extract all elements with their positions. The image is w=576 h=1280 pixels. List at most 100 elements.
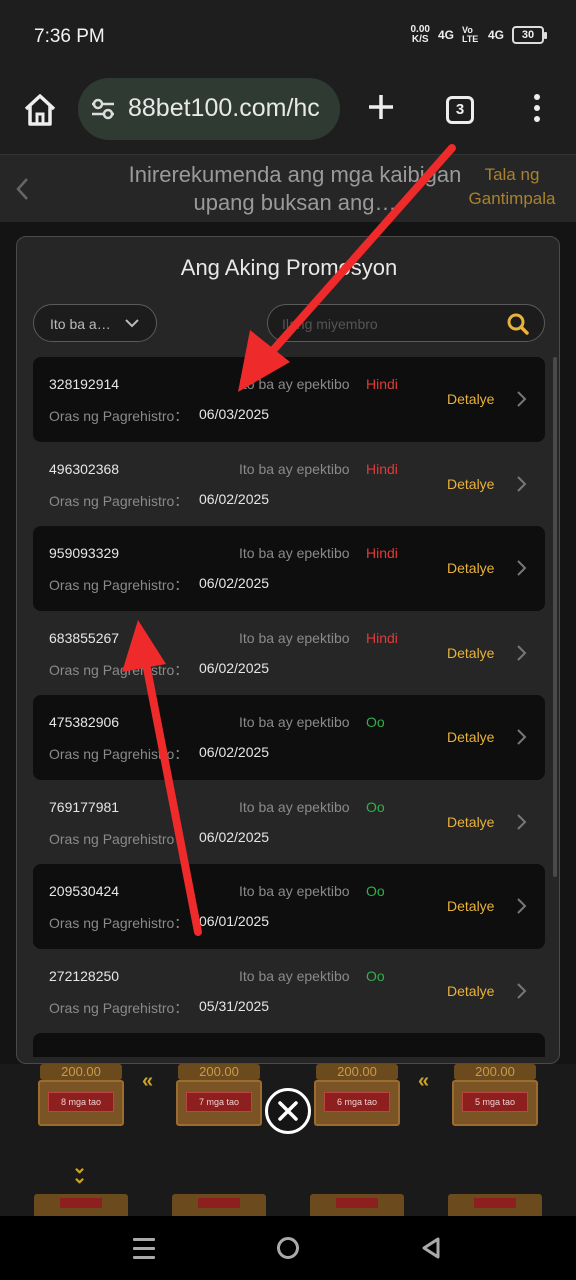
- double-chevron-left-icon: «: [142, 1070, 154, 1092]
- detail-link[interactable]: Detalye: [447, 983, 494, 999]
- registration-date: 06/02/2025: [199, 490, 270, 507]
- system-nav-bar: [0, 1216, 576, 1280]
- registration-label: Oras ng Pagrehistro：: [49, 492, 189, 509]
- member-id: 209530424: [49, 883, 120, 899]
- registration-date: 06/02/2025: [199, 575, 270, 591]
- chest-label: 5 mga tao: [462, 1092, 528, 1112]
- more-vert-icon[interactable]: [530, 94, 544, 128]
- reward-chest: 200.00 7 mga tao: [172, 1064, 266, 1128]
- member-id: 769177981: [49, 798, 120, 815]
- chevron-right-icon[interactable]: [515, 897, 527, 920]
- active-label: Ito ba ay epektibo: [239, 798, 350, 815]
- detail-link[interactable]: Detalye: [447, 729, 494, 745]
- registration-date: 06/03/2025: [199, 406, 270, 422]
- member-search-box: [267, 304, 545, 342]
- url-text: 88bet100.com/hc: [128, 94, 320, 122]
- back-chevron-icon[interactable]: [14, 175, 30, 210]
- active-status: Hindi: [366, 376, 398, 392]
- filter-label: Ito ba a…: [50, 316, 111, 332]
- member-row: 683855267 Ito ba ay epektibo Hindi Oras …: [33, 611, 545, 696]
- registration-label: Oras ng Pagrehistro：: [49, 408, 189, 424]
- member-id: 272128250: [49, 967, 120, 984]
- search-icon[interactable]: [506, 312, 530, 341]
- active-label: Ito ba ay epektibo: [239, 460, 350, 477]
- active-status: Hindi: [366, 629, 398, 646]
- active-label: Ito ba ay epektibo: [239, 967, 350, 984]
- reward-chest-strip: 200.00 8 mga tao « 200.00 7 mga tao 200.…: [0, 1064, 576, 1216]
- reward-record-link[interactable]: Tala ng Gantimpala: [464, 163, 560, 211]
- close-modal-button[interactable]: [265, 1088, 311, 1134]
- member-row: 272128250 Ito ba ay epektibo Oo Oras ng …: [33, 949, 545, 1034]
- registration-label: Oras ng Pagrehistro：: [49, 830, 189, 847]
- chest-amount: 200.00: [61, 1064, 101, 1079]
- registration-label: Oras ng Pagrehistro：: [49, 577, 189, 593]
- active-filter-dropdown[interactable]: Ito ba a…: [33, 304, 157, 342]
- detail-link[interactable]: Detalye: [447, 560, 494, 576]
- chest-label: 6 mga tao: [324, 1092, 390, 1112]
- address-bar[interactable]: 88bet100.com/hc: [78, 78, 340, 140]
- active-label: Ito ba ay epektibo: [239, 629, 350, 646]
- new-tab-button[interactable]: [364, 92, 398, 124]
- registration-label: Oras ng Pagrehistro：: [49, 915, 189, 931]
- chevron-right-icon[interactable]: [515, 813, 527, 836]
- active-status: Oo: [366, 967, 385, 984]
- status-icons: 0.00 K/S 4G Vo LTE 4G 30: [411, 25, 547, 45]
- active-status: Oo: [366, 798, 385, 815]
- member-row-partial: [33, 1033, 545, 1057]
- member-id: 683855267: [49, 629, 120, 646]
- member-row: 959093329 Ito ba ay epektibo Hindi Oras …: [33, 526, 545, 611]
- my-promotion-modal: Ang Aking Promosyon Ito ba a… 328192914 …: [16, 236, 560, 1064]
- chevron-right-icon[interactable]: [515, 982, 527, 1005]
- chevron-right-icon[interactable]: [515, 390, 527, 413]
- member-search-input[interactable]: [282, 313, 492, 335]
- member-list: 328192914 Ito ba ay epektibo Hindi Oras …: [33, 357, 545, 1057]
- chest-amount: 200.00: [199, 1064, 239, 1079]
- home-circle-icon[interactable]: [277, 1237, 299, 1259]
- signal-4g-icon-2: 4G: [487, 28, 504, 42]
- chevron-right-icon[interactable]: [515, 728, 527, 751]
- tabs-button[interactable]: 3: [446, 96, 474, 124]
- chest-amount: 200.00: [475, 1064, 515, 1079]
- back-triangle-icon[interactable]: [420, 1236, 442, 1265]
- list-scrollbar[interactable]: [553, 357, 557, 877]
- registration-label: Oras ng Pagrehistro：: [49, 661, 189, 678]
- chevron-down-icon: [124, 316, 140, 334]
- signal-4g-icon: 4G: [437, 28, 454, 42]
- volte-icon: Vo LTE: [461, 25, 479, 44]
- chest-label: 7 mga tao: [186, 1092, 252, 1112]
- reward-chest: [448, 1194, 542, 1216]
- recents-icon[interactable]: [133, 1238, 155, 1265]
- page-title: Inirerekumenda ang mga kaibigan upang bu…: [128, 162, 462, 215]
- clock: 7:36 PM: [34, 26, 105, 47]
- registration-date: 06/02/2025: [199, 828, 270, 845]
- net-speed-unit: K/S: [411, 34, 429, 45]
- registration-label: Oras ng Pagrehistro：: [49, 999, 189, 1016]
- active-status: Oo: [366, 883, 385, 899]
- detail-link[interactable]: Detalye: [447, 645, 494, 661]
- member-row: 769177981 Ito ba ay epektibo Oo Oras ng …: [33, 780, 545, 865]
- member-row: 496302368 Ito ba ay epektibo Hindi Oras …: [33, 442, 545, 527]
- active-label: Ito ba ay epektibo: [239, 714, 350, 730]
- member-row: 209530424 Ito ba ay epektibo Oo Oras ng …: [33, 864, 545, 949]
- chevron-right-icon[interactable]: [515, 475, 527, 498]
- active-status: Hindi: [366, 545, 398, 561]
- active-label: Ito ba ay epektibo: [239, 545, 350, 561]
- member-id: 496302368: [49, 460, 120, 477]
- reward-chest: 200.00 5 mga tao: [448, 1064, 542, 1128]
- chevron-right-icon[interactable]: [515, 644, 527, 667]
- home-icon[interactable]: [20, 90, 60, 130]
- detail-link[interactable]: Detalye: [447, 391, 494, 407]
- chest-amount: 200.00: [337, 1064, 377, 1079]
- site-settings-icon[interactable]: [90, 98, 116, 125]
- detail-link[interactable]: Detalye: [447, 898, 494, 914]
- detail-link[interactable]: Detalye: [447, 476, 494, 492]
- reward-chest: 200.00 6 mga tao: [310, 1064, 404, 1128]
- member-id: 328192914: [49, 376, 120, 392]
- page-header: Inirerekumenda ang mga kaibigan upang bu…: [0, 154, 576, 222]
- status-bar: 7:36 PM 0.00 K/S 4G Vo LTE 4G 30: [0, 0, 576, 76]
- active-status: Hindi: [366, 460, 398, 477]
- detail-link[interactable]: Detalye: [447, 814, 494, 830]
- active-label: Ito ba ay epektibo: [239, 883, 350, 899]
- member-id: 959093329: [49, 545, 120, 561]
- chevron-right-icon[interactable]: [515, 559, 527, 582]
